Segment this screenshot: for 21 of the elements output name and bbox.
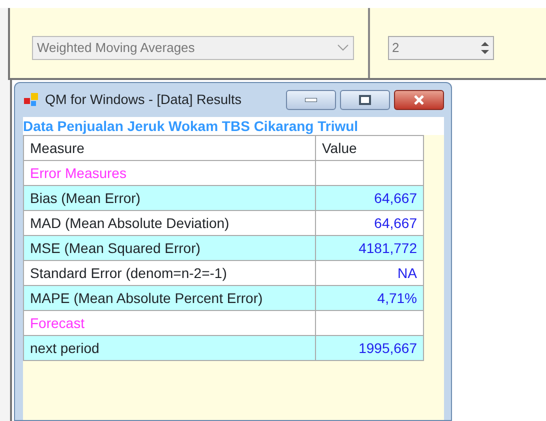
column-header: Value — [316, 136, 424, 160]
close-icon — [413, 95, 425, 105]
value-cell: 1995,667 — [316, 336, 424, 360]
app-icon — [23, 92, 39, 108]
spin-arrows-icon — [480, 40, 490, 56]
restore-button[interactable] — [340, 90, 390, 110]
value-cell: 4181,772 — [316, 236, 424, 260]
value-cell: 4,71% — [316, 286, 424, 310]
measure-cell: MSE (Mean Squared Error) — [24, 236, 316, 260]
measure-cell: MAPE (Mean Absolute Percent Error) — [24, 286, 316, 310]
restore-icon — [359, 95, 371, 105]
chevron-down-icon — [337, 44, 349, 52]
window-title: QM for Windows - [Data] Results — [45, 90, 242, 109]
close-button[interactable] — [394, 90, 444, 110]
minimize-button[interactable] — [286, 90, 336, 110]
results-title: Data Penjualan Jeruk Wokam TBS Cikarang Triwul — [23, 117, 444, 135]
value-cell: 64,667 — [316, 186, 424, 210]
measure-cell: next period — [24, 336, 316, 360]
minimize-icon — [305, 98, 317, 102]
measure-cell: Bias (Mean Error) — [24, 186, 316, 210]
column-header: Measure — [24, 136, 316, 160]
